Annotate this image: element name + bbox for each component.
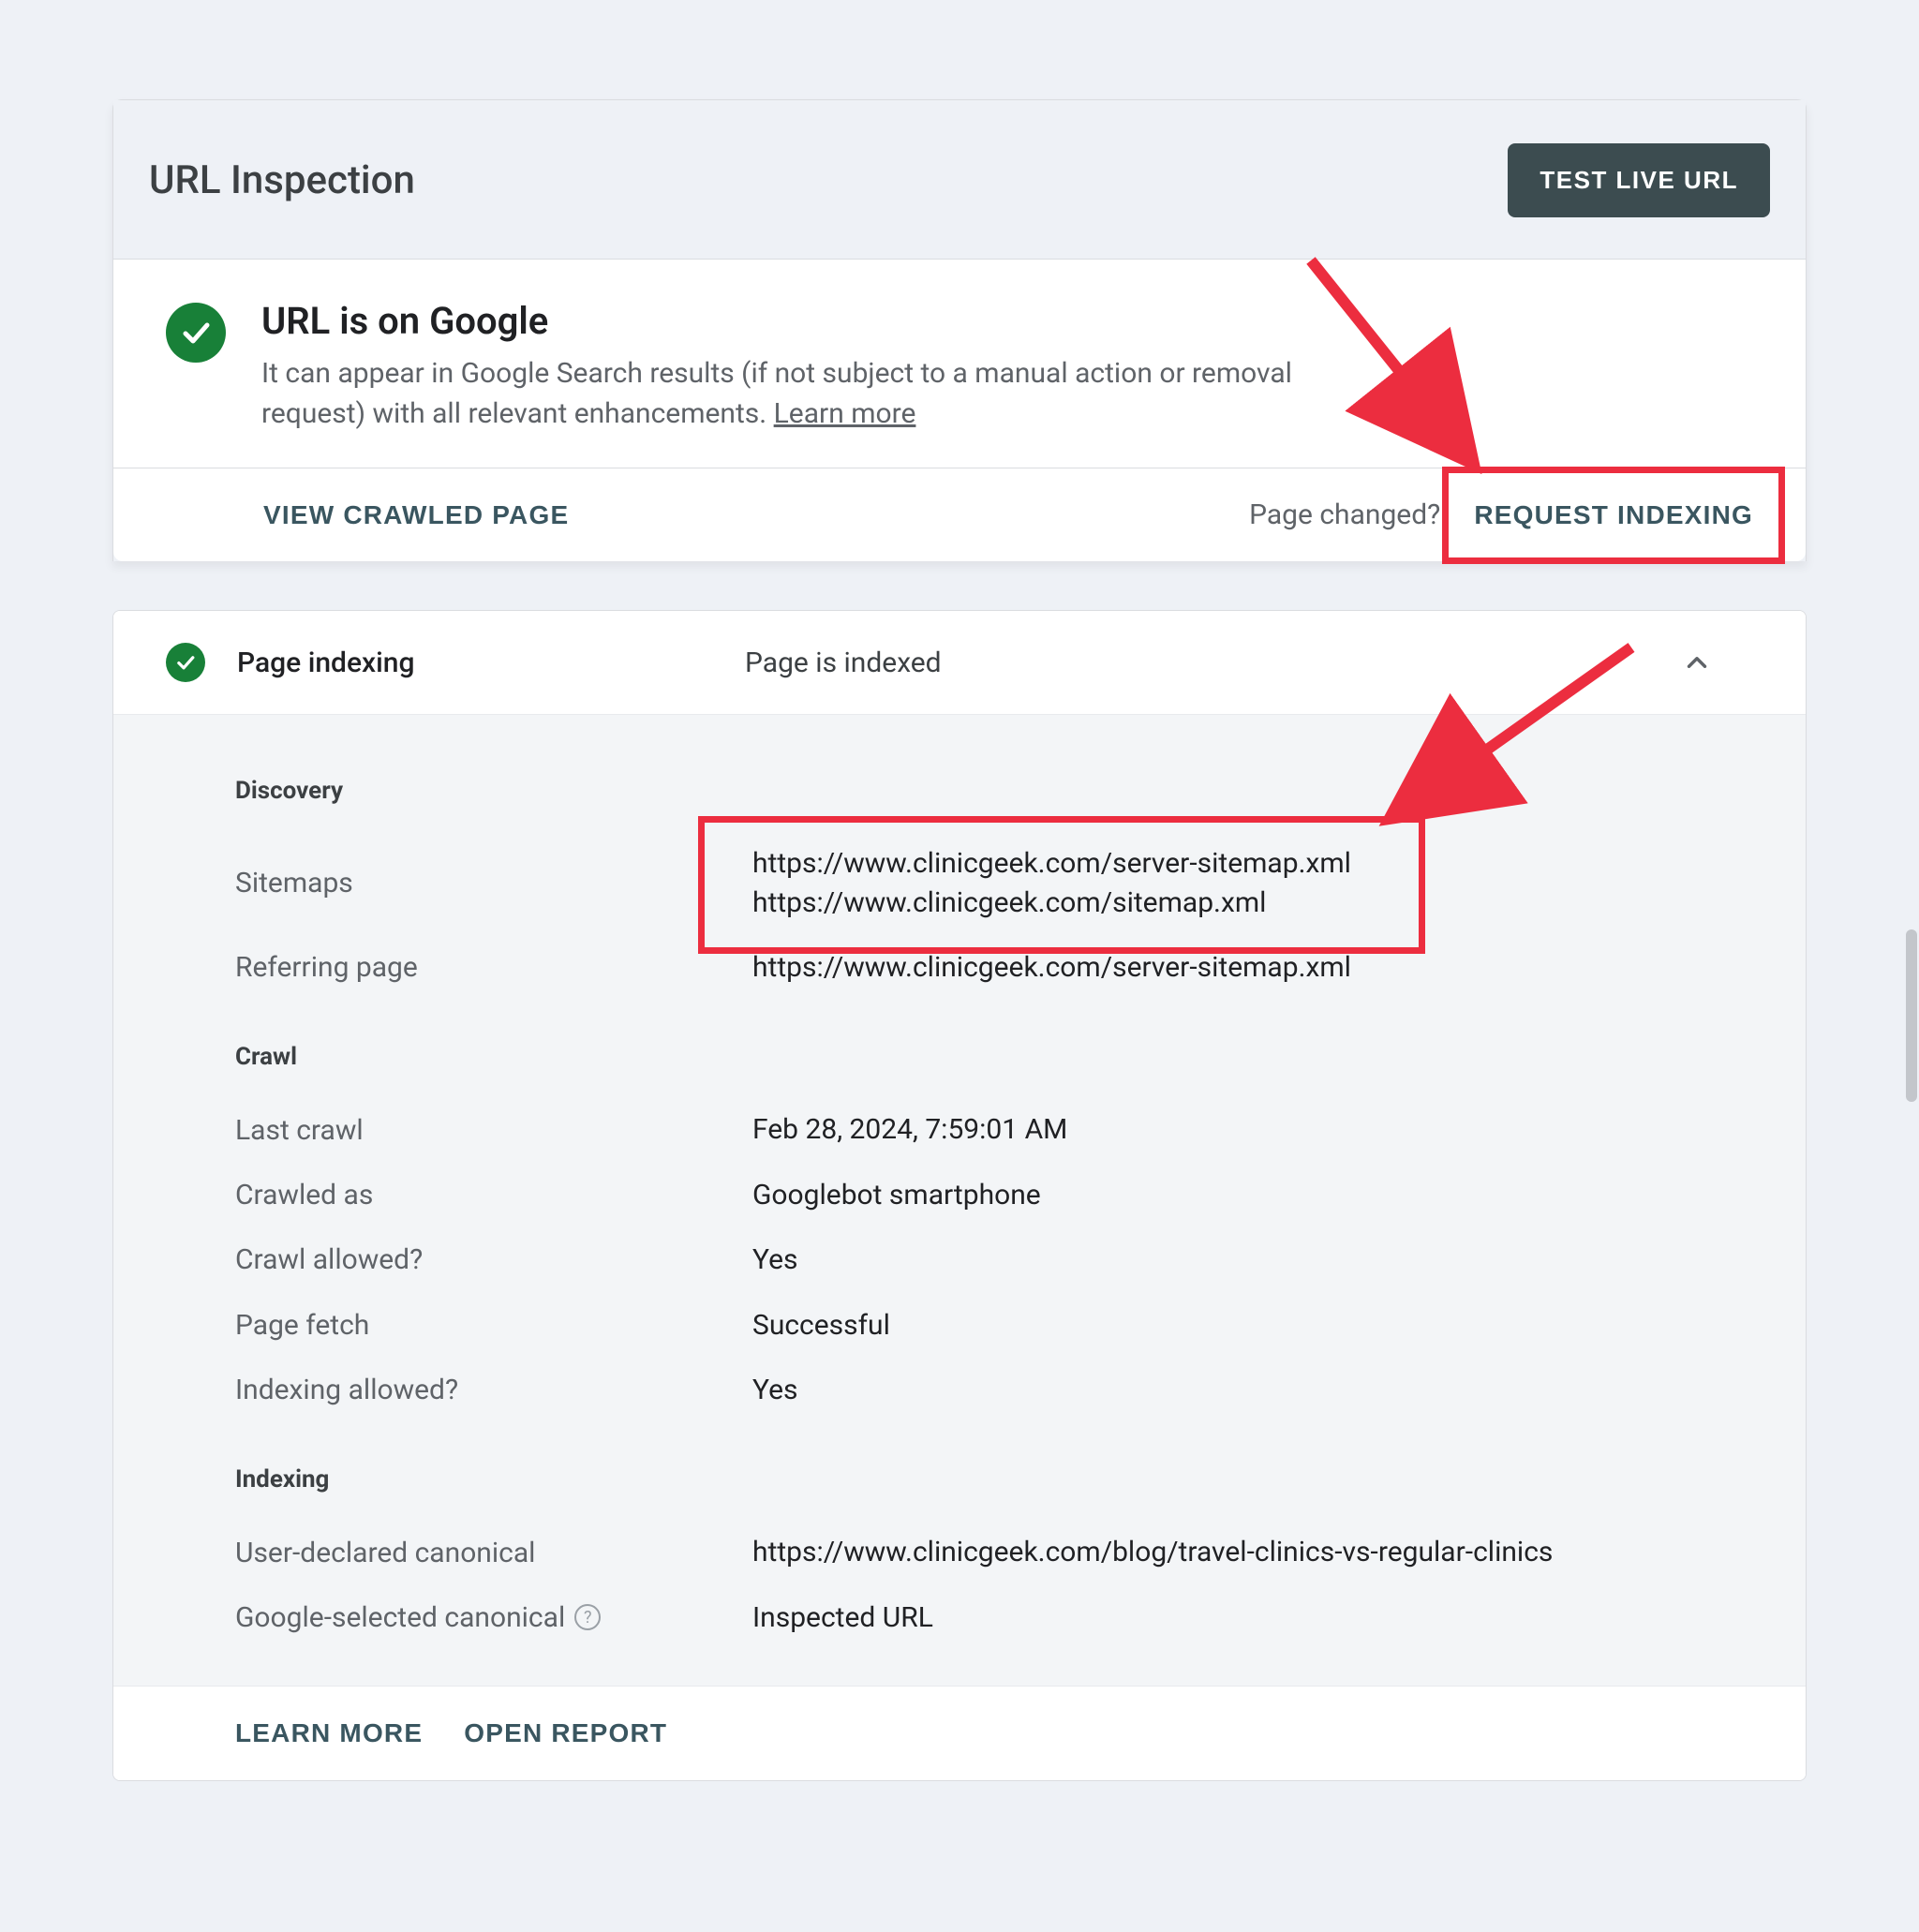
check-circle-icon bbox=[166, 643, 205, 682]
value-crawl-allowed: Yes bbox=[752, 1241, 1783, 1279]
sitemap-url-2: https://www.clinicgeek.com/sitemap.xml bbox=[752, 884, 1783, 922]
label-crawled-as: Crawled as bbox=[235, 1176, 752, 1214]
label-referring-page: Referring page bbox=[235, 948, 752, 987]
sitemap-url-1: https://www.clinicgeek.com/server-sitema… bbox=[752, 844, 1783, 883]
section-indexing-heading: Indexing bbox=[235, 1465, 1783, 1494]
scrollbar-thumb[interactable] bbox=[1906, 929, 1917, 1102]
action-row: VIEW CRAWLED PAGE Page changed? REQUEST … bbox=[113, 468, 1806, 561]
row-sitemaps: Sitemaps https://www.clinicgeek.com/serv… bbox=[235, 831, 1783, 935]
status-title: URL is on Google bbox=[261, 299, 1339, 343]
row-crawl-allowed: Crawl allowed? Yes bbox=[235, 1227, 1783, 1292]
open-report-button[interactable]: OPEN REPORT bbox=[464, 1718, 667, 1748]
url-inspection-card: URL Inspection TEST LIVE URL URL is on G… bbox=[112, 99, 1807, 561]
label-google-canonical-text: Google-selected canonical bbox=[235, 1601, 565, 1634]
section-discovery-heading: Discovery bbox=[235, 777, 1783, 805]
learn-more-link[interactable]: Learn more bbox=[774, 397, 916, 430]
value-indexing-allowed: Yes bbox=[752, 1371, 1783, 1409]
label-crawl-allowed: Crawl allowed? bbox=[235, 1241, 752, 1279]
label-last-crawl: Last crawl bbox=[235, 1110, 752, 1149]
page-indexing-footer: LEARN MORE OPEN REPORT bbox=[113, 1686, 1806, 1780]
help-icon[interactable]: ? bbox=[574, 1604, 601, 1630]
page-indexing-header[interactable]: Page indexing Page is indexed bbox=[113, 611, 1806, 715]
value-user-canonical: https://www.clinicgeek.com/blog/travel-c… bbox=[752, 1533, 1783, 1571]
label-indexing-allowed: Indexing allowed? bbox=[235, 1371, 752, 1409]
value-last-crawl: Feb 28, 2024, 7:59:01 AM bbox=[752, 1110, 1783, 1149]
page-indexing-title: Page indexing bbox=[237, 646, 745, 679]
status-subtitle: It can appear in Google Search results (… bbox=[261, 354, 1339, 434]
label-sitemaps: Sitemaps bbox=[235, 844, 752, 922]
row-page-fetch: Page fetch Successful bbox=[235, 1293, 1783, 1358]
test-live-url-button[interactable]: TEST LIVE URL bbox=[1508, 143, 1770, 217]
page-indexing-body: Discovery Sitemaps https://www.clinicgee… bbox=[113, 715, 1806, 1686]
page-changed-label: Page changed? bbox=[1249, 498, 1440, 531]
page-indexing-panel: Page indexing Page is indexed Discovery … bbox=[112, 610, 1807, 1781]
request-indexing-button[interactable]: REQUEST INDEXING bbox=[1474, 500, 1753, 530]
check-circle-icon bbox=[166, 303, 226, 363]
label-page-fetch: Page fetch bbox=[235, 1306, 752, 1345]
value-crawled-as: Googlebot smartphone bbox=[752, 1176, 1783, 1214]
page-title: URL Inspection bbox=[149, 157, 415, 203]
row-indexing-allowed: Indexing allowed? Yes bbox=[235, 1358, 1783, 1422]
value-referring-page: https://www.clinicgeek.com/server-sitema… bbox=[752, 948, 1783, 987]
label-google-canonical: Google-selected canonical ? bbox=[235, 1598, 752, 1637]
section-crawl-heading: Crawl bbox=[235, 1043, 1783, 1071]
view-crawled-page-button[interactable]: VIEW CRAWLED PAGE bbox=[263, 500, 569, 530]
header-bar: URL Inspection TEST LIVE URL bbox=[113, 100, 1806, 259]
learn-more-button[interactable]: LEARN MORE bbox=[235, 1718, 423, 1748]
index-status-row: URL is on Google It can appear in Google… bbox=[113, 259, 1806, 468]
row-referring-page: Referring page https://www.clinicgeek.co… bbox=[235, 935, 1783, 1000]
row-last-crawl: Last crawl Feb 28, 2024, 7:59:01 AM bbox=[235, 1097, 1783, 1162]
value-page-fetch: Successful bbox=[752, 1306, 1783, 1345]
label-user-canonical: User-declared canonical bbox=[235, 1533, 752, 1571]
row-google-canonical: Google-selected canonical ? Inspected UR… bbox=[235, 1585, 1783, 1650]
chevron-up-icon[interactable] bbox=[1678, 644, 1716, 681]
value-google-canonical: Inspected URL bbox=[752, 1598, 1783, 1637]
page-indexing-status: Page is indexed bbox=[745, 646, 1678, 679]
row-crawled-as: Crawled as Googlebot smartphone bbox=[235, 1163, 1783, 1227]
value-sitemaps: https://www.clinicgeek.com/server-sitema… bbox=[752, 844, 1783, 922]
row-user-canonical: User-declared canonical https://www.clin… bbox=[235, 1520, 1783, 1584]
